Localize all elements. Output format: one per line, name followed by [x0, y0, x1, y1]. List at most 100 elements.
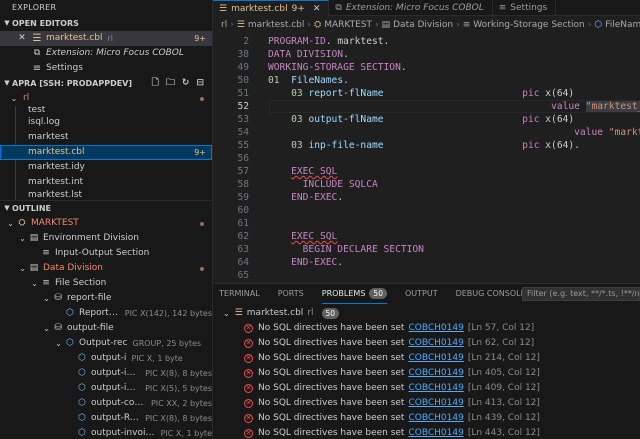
- outline-item[interactable]: ⬡ output-iccikey PIC X(8), 8 bytes: [0, 366, 212, 381]
- code-editor[interactable]: 2 PROGRAM-ID. marktest. 38 DATA DIVISION. 49…: [213, 35, 640, 283]
- code-line[interactable]: 63 BEGIN DECLARE SECTION: [213, 243, 640, 256]
- chevron-down-icon[interactable]: ⌄: [18, 263, 27, 274]
- tab-extension[interactable]: ⧉ Extension: Micro Focus COBOL: [329, 0, 493, 16]
- problem-row[interactable]: ✕ No SQL directives have been set COBCH014…: [213, 381, 640, 396]
- problem-row[interactable]: ✕ No SQL directives have been set COBCH014…: [213, 351, 640, 366]
- tab-settings[interactable]: ≡ Settings: [493, 0, 557, 16]
- refresh-icon[interactable]: ↻: [182, 76, 190, 91]
- problem-code-link[interactable]: COBCH0149: [408, 351, 463, 366]
- outline-item[interactable]: ⌄ ▤ Environment Division: [0, 231, 212, 246]
- problem-code-link[interactable]: COBCH0149: [408, 321, 463, 336]
- chevron-down-icon[interactable]: ⌄: [18, 233, 27, 244]
- outline-item[interactable]: ⌄ ▤ Data Division: [0, 261, 212, 276]
- outline-detail: PIC X(8), 8 bytes: [145, 369, 212, 378]
- breadcrumb-item[interactable]: Working-Storage Section: [473, 20, 584, 30]
- tab-problems[interactable]: PROBLEMS 50: [321, 284, 387, 304]
- tab-debug-console[interactable]: DEBUG CONSOLE: [456, 284, 526, 304]
- folder-rl[interactable]: ⌄ rl: [0, 91, 212, 106]
- file-item[interactable]: marktest.idy: [0, 160, 212, 175]
- problem-file-row[interactable]: ⌄ ☰ marktest.cbl rl 50: [213, 306, 340, 321]
- code-line[interactable]: 50 01 FileNames.: [213, 74, 640, 87]
- file-item[interactable]: marktest.int: [0, 175, 212, 190]
- outline-item[interactable]: ⬡ output-country PIC XX, 2 bytes: [0, 396, 212, 411]
- code-line[interactable]: 64 END-EXEC.: [213, 256, 640, 269]
- code-line[interactable]: 61: [213, 217, 640, 230]
- problem-code-link[interactable]: COBCH0149: [408, 381, 463, 396]
- breadcrumb-item[interactable]: FileNames: [605, 20, 640, 30]
- breadcrumb-item[interactable]: Data Division: [393, 20, 453, 30]
- open-editors-header[interactable]: ▼ OPEN EDITORS: [0, 16, 212, 31]
- tab-terminal[interactable]: TERMINAL: [219, 284, 260, 304]
- breadcrumb-item[interactable]: rl: [221, 20, 227, 30]
- problem-row[interactable]: ✕ No SQL directives have been set COBCH014…: [213, 321, 640, 336]
- chevron-down-icon[interactable]: ⌄: [42, 293, 51, 304]
- code-line[interactable]: 60: [213, 204, 640, 217]
- problem-row[interactable]: ✕ No SQL directives have been set COBCH014…: [213, 411, 640, 426]
- open-editor-item-extension[interactable]: ⧉ Extension: Micro Focus COBOL: [0, 46, 212, 61]
- outline-item[interactable]: ⬡ output-RCSBkey PIC X(8), 8 bytes: [0, 411, 212, 426]
- code-token: INCLUDE SQLCA: [302, 179, 378, 190]
- problems-filter-input[interactable]: Filter (e.g. text, **/*.ts, !**/node_mod…: [522, 287, 640, 301]
- code-line[interactable]: 65: [213, 269, 640, 282]
- field-icon: ⬡: [66, 338, 74, 348]
- outline-item[interactable]: ⬡ output-i PIC X, 1 byte: [0, 351, 212, 366]
- code-line[interactable]: 55 03 inp-file-name pic x(64).: [213, 139, 640, 152]
- tab-ports[interactable]: PORTS: [278, 284, 304, 304]
- file-item[interactable]: isql.log: [0, 115, 212, 130]
- settings-icon: ≡: [32, 63, 42, 74]
- code-line[interactable]: 59 END-EXEC.: [213, 191, 640, 204]
- code-line[interactable]: 2 PROGRAM-ID. marktest.: [213, 35, 640, 48]
- code-line[interactable]: 49 WORKING-STORAGE SECTION.: [213, 61, 640, 74]
- outline-item[interactable]: ⌄ ⛭ MARKTEST: [0, 216, 212, 231]
- problem-row[interactable]: ✕ No SQL directives have been set COBCH014…: [213, 336, 640, 351]
- tab-output[interactable]: OUTPUT: [405, 284, 438, 304]
- code-line[interactable]: 56: [213, 152, 640, 165]
- close-icon[interactable]: ✕: [16, 33, 28, 44]
- code-line[interactable]: 53 03 output-flName pic x(64): [213, 113, 640, 126]
- chevron-down-icon[interactable]: ⌄: [30, 278, 39, 289]
- file-item[interactable]: marktest.lst: [0, 190, 212, 200]
- outline-item[interactable]: ⬡ output-invoice-company PIC X, 1 byte: [0, 426, 212, 439]
- new-file-icon[interactable]: 🗋: [152, 76, 159, 91]
- problem-code-link[interactable]: COBCH0149: [408, 366, 463, 381]
- code-line[interactable]: 54 value "marktest: [213, 126, 640, 139]
- breadcrumb-item[interactable]: MARKTEST: [324, 20, 372, 30]
- code-line[interactable]: 51 03 report-flName pic x(64): [213, 87, 640, 100]
- collapse-all-icon[interactable]: ⊟: [196, 76, 204, 91]
- problem-row[interactable]: ✕ No SQL directives have been set COBCH014…: [213, 366, 640, 381]
- outline-label: report-file: [67, 293, 112, 303]
- file-item[interactable]: marktest: [0, 130, 212, 145]
- tab-marktest[interactable]: ☰ marktest.cbl 9+ ✕: [213, 0, 330, 17]
- workspace-header[interactable]: ▼ APRA [SSH: PRODAPPDEV] 🗋 🗀 ↻ ⊟: [0, 76, 212, 91]
- outline-item[interactable]: ≡ Input-Output Section: [0, 246, 212, 261]
- code-line[interactable]: 38 DATA DIVISION.: [213, 48, 640, 61]
- close-icon[interactable]: ✕: [313, 1, 321, 17]
- chevron-down-icon[interactable]: ⌄: [42, 323, 51, 334]
- outline-item[interactable]: ⬡ output-invoice-no PIC X(5), 5 bytes: [0, 381, 212, 396]
- code-line[interactable]: 62 EXEC SQL: [213, 230, 640, 243]
- outline-item[interactable]: ⌄ ⛁ output-file: [0, 321, 212, 336]
- chevron-down-icon[interactable]: ⌄: [54, 338, 63, 349]
- breadcrumb-item[interactable]: marktest.cbl: [248, 20, 305, 30]
- outline-item[interactable]: ⌄ ⛁ report-file: [0, 291, 212, 306]
- problem-row[interactable]: ✕ No SQL directives have been set COBCH014…: [213, 396, 640, 411]
- file-item[interactable]: test: [0, 106, 212, 115]
- problem-code-link[interactable]: COBCH0149: [408, 396, 463, 411]
- open-editor-item-settings[interactable]: ≡ Settings: [0, 61, 212, 76]
- outline-header[interactable]: ▼ OUTLINE: [0, 201, 212, 216]
- open-editor-item-marktest[interactable]: ✕ ☰ marktest.cbl rl 9+: [0, 31, 212, 46]
- code-line[interactable]: 52 value "marktest_err: [213, 100, 640, 113]
- problem-code-link[interactable]: COBCH0149: [408, 336, 463, 351]
- code-line[interactable]: 58 INCLUDE SQLCA: [213, 178, 640, 191]
- outline-item[interactable]: ⬡ Report-Record PIC X(142), 142 bytes: [0, 306, 212, 321]
- outline-item[interactable]: ⌄ ⬡ Output-rec GROUP, 25 bytes: [0, 336, 212, 351]
- problem-code-link[interactable]: COBCH0149: [408, 426, 463, 439]
- chevron-down-icon[interactable]: ⌄: [6, 218, 15, 229]
- code-line[interactable]: 57 EXEC SQL: [213, 165, 640, 178]
- problem-code-link[interactable]: COBCH0149: [408, 411, 463, 426]
- new-folder-icon[interactable]: 🗀: [166, 76, 175, 91]
- outline-item[interactable]: ⌄ ≡ File Section: [0, 276, 212, 291]
- problem-row[interactable]: ✕ No SQL directives have been set COBCH014…: [213, 426, 640, 439]
- file-item-selected[interactable]: marktest.cbl 9+: [0, 145, 212, 160]
